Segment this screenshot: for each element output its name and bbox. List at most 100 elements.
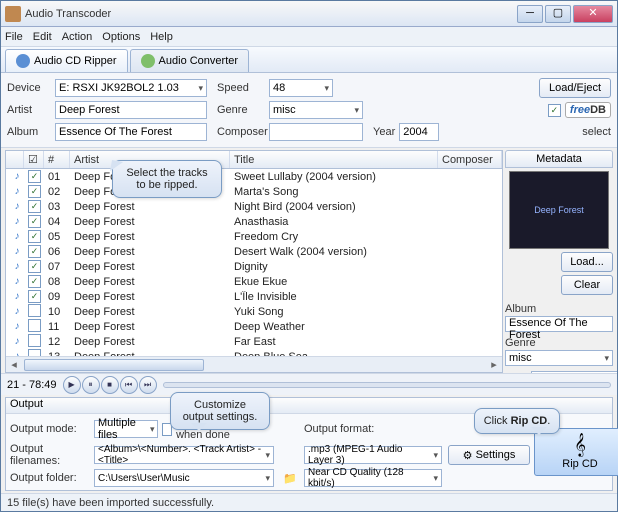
select-all-check[interactable]: ✓ (548, 104, 561, 117)
track-check[interactable] (28, 334, 41, 347)
track-title: Freedom Cry (230, 231, 438, 243)
callout-rip-cd: Click Rip CD. (474, 408, 560, 434)
genre-label: Genre (217, 104, 265, 116)
track-title: Marta's Song (230, 186, 438, 198)
track-title: Ekue Ekue (230, 276, 438, 288)
clear-cover-button[interactable]: Clear (561, 275, 613, 295)
track-check[interactable]: ✓ (28, 185, 41, 198)
track-artist: Deep Forest (70, 351, 230, 357)
meta-album-input[interactable]: Essence Of The Forest (505, 316, 613, 332)
minimize-button[interactable]: ─ (517, 5, 543, 23)
scroll-right-icon[interactable]: ▸ (486, 358, 502, 371)
table-row[interactable]: ♪✓02Deep ForestMarta's Song (6, 184, 502, 199)
track-check[interactable] (28, 349, 41, 357)
table-row[interactable]: ♪✓06Deep ForestDesert Walk (2004 version… (6, 244, 502, 259)
year-input[interactable] (399, 123, 439, 141)
table-row[interactable]: ♪12Deep ForestFar East (6, 334, 502, 349)
table-row[interactable]: ♪✓07Deep ForestDignity (6, 259, 502, 274)
composer-input[interactable] (269, 123, 363, 141)
metadata-tab[interactable]: Metadata (505, 150, 613, 168)
quality-select[interactable]: Near CD Quality (128 kbit/s) (304, 469, 442, 487)
browse-folder-icon[interactable]: 📁 (282, 472, 298, 485)
track-number: 06 (44, 246, 70, 258)
track-number: 13 (44, 351, 70, 357)
note-icon: ♪ (10, 185, 24, 199)
track-body[interactable]: ♪✓01Deep ForestSweet Lullaby (2004 versi… (6, 169, 502, 356)
col-check[interactable]: ☑ (24, 151, 44, 168)
artist-label: Artist (7, 104, 51, 116)
filenames-select[interactable]: <Album>\<Number>. <Track Artist> - <Titl… (94, 446, 274, 464)
table-row[interactable]: ♪11Deep ForestDeep Weather (6, 319, 502, 334)
meta-genre-select[interactable]: misc (505, 350, 613, 366)
stop-button[interactable]: ■ (101, 376, 119, 394)
format-select[interactable]: .mp3 (MPEG-1 Audio Layer 3) (304, 446, 442, 464)
menu-file[interactable]: File (5, 31, 23, 43)
track-check[interactable]: ✓ (28, 275, 41, 288)
menu-help[interactable]: Help (150, 31, 173, 43)
prev-button[interactable]: ⏮ (120, 376, 138, 394)
callout-output-settings: Customize output settings. (170, 392, 270, 430)
col-composer[interactable]: Composer (438, 151, 502, 168)
track-number: 11 (44, 321, 70, 333)
folder-label: Output folder: (10, 472, 90, 484)
album-input[interactable] (55, 123, 207, 141)
menu-edit[interactable]: Edit (33, 31, 52, 43)
folder-select[interactable]: C:\Users\User\Music (94, 469, 274, 487)
metadata-panel: Metadata Deep Forest Load... Clear Album… (505, 150, 613, 373)
output-mode-select[interactable]: Multiple files (94, 420, 158, 438)
track-check[interactable]: ✓ (28, 245, 41, 258)
scroll-left-icon[interactable]: ◂ (6, 358, 22, 371)
table-row[interactable]: ♪✓05Deep ForestFreedom Cry (6, 229, 502, 244)
table-row[interactable]: ♪✓09Deep ForestL'Île Invisible (6, 289, 502, 304)
track-time: 21 - 78:49 (7, 379, 57, 391)
table-row[interactable]: ♪✓03Deep ForestNight Bird (2004 version) (6, 199, 502, 214)
app-icon (5, 6, 21, 22)
track-number: 04 (44, 216, 70, 228)
col-title[interactable]: Title (230, 151, 438, 168)
track-artist: Deep Forest (70, 231, 230, 243)
settings-button[interactable]: ⚙ Settings (448, 445, 530, 465)
table-row[interactable]: ♪13Deep ForestDeep Blue Sea (6, 349, 502, 356)
track-title: Deep Blue Sea (230, 351, 438, 357)
play-button[interactable]: ▶ (63, 376, 81, 394)
freedb-button[interactable]: freeDB (565, 102, 611, 118)
load-eject-button[interactable]: Load/Eject (539, 78, 611, 98)
scroll-thumb[interactable] (24, 359, 204, 371)
statusbar: 15 file(s) have been imported successful… (1, 493, 617, 511)
track-table: ☑ # Artist Title Composer ♪✓01Deep Fores… (5, 150, 503, 373)
menu-options[interactable]: Options (102, 31, 140, 43)
track-check[interactable]: ✓ (28, 170, 41, 183)
h-scrollbar[interactable]: ◂ ▸ (6, 356, 502, 372)
track-check[interactable]: ✓ (28, 200, 41, 213)
track-check[interactable]: ✓ (28, 260, 41, 273)
tab-cd-ripper[interactable]: Audio CD Ripper (5, 49, 128, 72)
track-check[interactable]: ✓ (28, 230, 41, 243)
tab-audio-converter[interactable]: Audio Converter (130, 49, 250, 72)
note-icon: ♪ (10, 320, 24, 334)
table-row[interactable]: ♪✓01Deep ForestSweet Lullaby (2004 versi… (6, 169, 502, 184)
track-check[interactable] (28, 319, 41, 332)
menu-action[interactable]: Action (62, 31, 93, 43)
table-row[interactable]: ♪10Deep ForestYuki Song (6, 304, 502, 319)
track-check[interactable]: ✓ (28, 215, 41, 228)
track-artist: Deep Forest (70, 246, 230, 258)
pause-button[interactable]: ⏸ (82, 376, 100, 394)
device-select[interactable]: E: RSXI JK92BOL2 1.03 (55, 79, 207, 97)
track-check[interactable]: ✓ (28, 290, 41, 303)
close-button[interactable]: ✕ (573, 5, 613, 23)
col-num[interactable]: # (44, 151, 70, 168)
table-row[interactable]: ♪✓08Deep ForestEkue Ekue (6, 274, 502, 289)
artist-input[interactable] (55, 101, 207, 119)
converter-icon (141, 54, 155, 68)
maximize-button[interactable]: ▢ (545, 5, 571, 23)
seek-slider[interactable] (163, 382, 611, 388)
track-artist: Deep Forest (70, 291, 230, 303)
next-button[interactable]: ⏭ (139, 376, 157, 394)
speed-select[interactable]: 48 (269, 79, 333, 97)
note-icon: ♪ (10, 230, 24, 244)
load-cover-button[interactable]: Load... (561, 252, 613, 272)
table-row[interactable]: ♪✓04Deep ForestAnasthasia (6, 214, 502, 229)
genre-select[interactable]: misc (269, 101, 363, 119)
track-check[interactable] (28, 304, 41, 317)
track-title: Dignity (230, 261, 438, 273)
